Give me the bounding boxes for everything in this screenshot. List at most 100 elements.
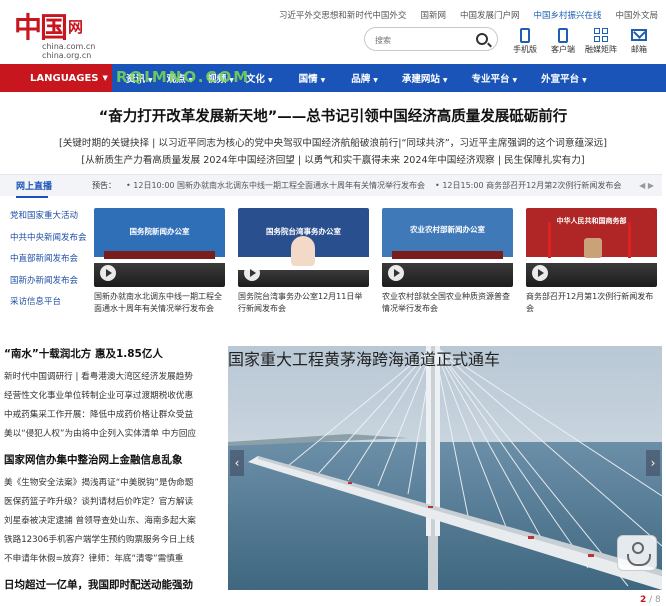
press-release-caption[interactable]: 国新办就南水北调东中线一期工程全面通水十周年有关情况举行发布会 — [94, 291, 225, 315]
news-line[interactable]: 美以“侵犯人权”为由将中企列入实体清单 中方回应 — [4, 425, 218, 444]
slide-next-button[interactable]: › — [646, 450, 660, 476]
sublink-line[interactable]: [从新质生产力看高质量发展 2024年中国经济回望 | 以勇气和实干赢得未来 2… — [0, 152, 666, 169]
press-release-card[interactable]: 中华人民共和国商务部 商务部召开12月第1次例行新闻发布会 — [526, 208, 657, 315]
side-menu-item[interactable]: 国新办新闻发布会 — [10, 271, 90, 293]
main-nav: LANGUAGES ▼ 资讯 ▼ 观点 ▼ 视频 ▼ 文化 ▼ 国情 ▼ 品牌 ▼ 承建网站… — [0, 64, 666, 92]
top-link[interactable]: 中国外文局 — [615, 9, 658, 21]
play-icon[interactable] — [100, 265, 116, 281]
side-menu-item[interactable]: 中共中央新闻发布会 — [10, 228, 90, 250]
nav-item[interactable]: 外宣平台 ▼ — [541, 71, 587, 85]
slide-prev-button[interactable]: ‹ — [230, 450, 244, 476]
grid-icon — [594, 28, 608, 42]
languages-label: LANGUAGES — [30, 72, 99, 84]
press-release-caption[interactable]: 商务部召开12月第1次例行新闻发布会 — [526, 291, 657, 315]
news-headline[interactable]: 日均超过一亿单，我国即时配送动能强劲 — [4, 577, 218, 592]
top-links: 习近平外交思想和新时代中国外交 国新网 中国发展门户网 中国乡村振兴在线 中国外… — [265, 9, 658, 21]
press-release-card[interactable]: 国务院台湾事务办公室 国务院台湾事务办公室12月11日举行新闻发布会 — [238, 208, 369, 315]
logo-mark: 中国 — [14, 11, 68, 44]
release-side-menu: 党和国家重大活动 中共中央新闻发布会 中直部新闻发布会 国新办新闻发布会 采访信… — [10, 206, 90, 314]
top-headline[interactable]: “奋力打开改革发展新天地”——总书记引领中国经济高质量发展砥砺前行 — [0, 105, 666, 126]
press-release-image[interactable]: 中华人民共和国商务部 — [526, 208, 657, 287]
nav-item[interactable]: 视频 ▼ — [207, 71, 234, 85]
podium-sign: 中华人民共和国商务部 — [556, 217, 627, 225]
press-release-image[interactable]: 国务院新闻办公室 — [94, 208, 225, 287]
nav-item[interactable]: 承建网站 ▼ — [402, 71, 448, 85]
play-icon[interactable] — [244, 265, 260, 281]
logo-domain-org: china.org.cn — [42, 51, 92, 60]
mail-icon — [631, 29, 647, 41]
top-link[interactable]: 习近平外交思想和新时代中国外交 — [279, 9, 407, 21]
nav-item[interactable]: 资讯 ▼ — [126, 71, 153, 85]
top-link[interactable]: 中国乡村振兴在线 — [533, 9, 601, 21]
live-title[interactable]: 网上直播 — [0, 179, 80, 198]
press-release-card[interactable]: 农业农村部新闻办公室 农业农村部就全国农业种质资源普查情况举行发布会 — [382, 208, 513, 315]
news-line[interactable]: 中戒药集采工作开展：降低中成药价格让群众受益 — [4, 406, 218, 425]
press-release-caption[interactable]: 国务院台湾事务办公室12月11日举行新闻发布会 — [238, 291, 369, 315]
news-line[interactable]: 医保药篮子咋升级？谈判请材后价咋定？官方解读 — [4, 493, 218, 512]
chevron-down-icon: ▼ — [102, 74, 108, 82]
quick-label: 融媒矩阵 — [585, 45, 617, 54]
top-link[interactable]: 国新网 — [420, 9, 446, 21]
podium-sign: 国务院新闻办公室 — [129, 227, 190, 236]
slideshow-caption[interactable]: 国家重大工程黄茅海跨海通道正式通车 — [228, 346, 500, 370]
news-line[interactable]: 铁路12306手机客户端学生预约购票服务今日上线 — [4, 531, 218, 550]
press-release-image[interactable]: 国务院台湾事务办公室 — [238, 208, 369, 287]
site-header: 中国 网 china.com.cn china.org.cn 习近平外交思想和新… — [0, 0, 666, 64]
speaker-figure — [291, 236, 315, 266]
sublink-line[interactable]: [关键时期的关键抉择 | 以习近平同志为核心的党中央驾驭中国经济航船破浪前行|“… — [0, 135, 666, 152]
ticker-item[interactable]: • 12日15:00 商务部召开12月第2次例行新闻发布会 — [435, 180, 621, 191]
news-headline[interactable]: 国家网信办集中整治网上金融信息乱象 — [4, 452, 218, 467]
mobile-version-button[interactable]: 手机版 — [507, 26, 543, 55]
press-release-cards: 国务院新闻办公室 国新办就南水北调东中线一期工程全面通水十周年有关情况举行发布会… — [94, 208, 666, 315]
slide-total: 8 — [655, 595, 661, 605]
logo-domain-com: china.com.cn — [42, 42, 96, 51]
press-release-caption[interactable]: 农业农村部就全国农业种质资源普查情况举行发布会 — [382, 291, 513, 315]
quick-label: 邮箱 — [631, 45, 647, 54]
mailbox-button[interactable]: 邮箱 — [621, 26, 657, 55]
quick-label: 手机版 — [513, 45, 537, 54]
logo-wang: 网 — [68, 18, 84, 36]
side-menu-item[interactable]: 中直部新闻发布会 — [10, 249, 90, 271]
phone-icon — [558, 27, 568, 43]
news-list: “南水”十载润北方 惠及1.85亿人 新时代中国调研行 | 看粤港澳大湾区经济发… — [4, 346, 218, 599]
quick-access-icons: 手机版 客户端 融媒矩阵 邮箱 — [507, 26, 659, 55]
news-line[interactable]: 刘星泰被决定逮捕 曾领导查处山东、海南多起大案 — [4, 512, 218, 531]
bridge-photo — [228, 346, 662, 590]
podium-sign: 农业农村部新闻办公室 — [410, 225, 485, 234]
china-com-cn-logo[interactable]: 中国 网 china.com.cn china.org.cn — [14, 6, 96, 62]
accessibility-icon[interactable] — [617, 535, 657, 571]
podium — [584, 238, 602, 258]
play-icon[interactable] — [388, 265, 404, 281]
nav-item[interactable]: 观点 ▼ — [167, 71, 194, 85]
quick-label: 客户端 — [551, 45, 575, 54]
side-menu-item[interactable]: 采访信息平台 — [10, 292, 90, 314]
nav-item[interactable]: 国情 ▼ — [299, 71, 326, 85]
top-link[interactable]: 中国发展门户网 — [460, 9, 520, 21]
nav-item[interactable]: 品牌 ▼ — [351, 71, 378, 85]
phone-icon — [520, 27, 530, 43]
languages-menu[interactable]: LANGUAGES ▼ — [0, 64, 112, 92]
slide-separator: / — [646, 595, 656, 605]
slide-pager: 2 / 8 — [640, 595, 661, 605]
search-icon[interactable] — [476, 33, 488, 45]
nav-item[interactable]: 文化 ▼ — [246, 71, 273, 85]
news-headline[interactable]: “南水”十载润北方 惠及1.85亿人 — [4, 346, 218, 361]
ticker-arrows[interactable]: ◀ ▶ — [639, 181, 654, 190]
news-line[interactable]: 不申请年休假=放弃？律师：年底“清零”需慎重 — [4, 550, 218, 569]
news-line[interactable]: 美《生物安全法案》揭浅再证“中美脱钩”是伪命题 — [4, 474, 218, 493]
search-input[interactable] — [375, 29, 475, 52]
slideshow-image[interactable]: ‹ › — [228, 346, 662, 590]
press-release-card[interactable]: 国务院新闻办公室 国新办就南水北调东中线一期工程全面通水十周年有关情况举行发布会 — [94, 208, 225, 315]
side-menu-item[interactable]: 党和国家重大活动 — [10, 206, 90, 228]
media-matrix-button[interactable]: 融媒矩阵 — [583, 26, 619, 55]
press-release-image[interactable]: 农业农村部新闻办公室 — [382, 208, 513, 287]
news-line[interactable]: 经营性文化事业单位转制企业可享过渡期税收优惠 — [4, 387, 218, 406]
ticker-item[interactable]: • 12日10:00 国新办就南水北调东中线一期工程全面通水十周年有关情况举行发… — [126, 180, 425, 191]
preview-label: 预告： — [92, 181, 116, 190]
client-app-button[interactable]: 客户端 — [545, 26, 581, 55]
live-broadcast-bar: 网上直播 预告： • 12日10:00 国新办就南水北调东中线一期工程全面通水十… — [0, 174, 662, 198]
headline-sublinks: [关键时期的关键抉择 | 以习近平同志为核心的党中央驾驭中国经济航船破浪前行|“… — [0, 135, 666, 169]
news-line[interactable]: 新时代中国调研行 | 看粤港澳大湾区经济发展趋势 — [4, 368, 218, 387]
nav-item[interactable]: 专业平台 ▼ — [471, 71, 517, 85]
play-icon[interactable] — [532, 265, 548, 281]
